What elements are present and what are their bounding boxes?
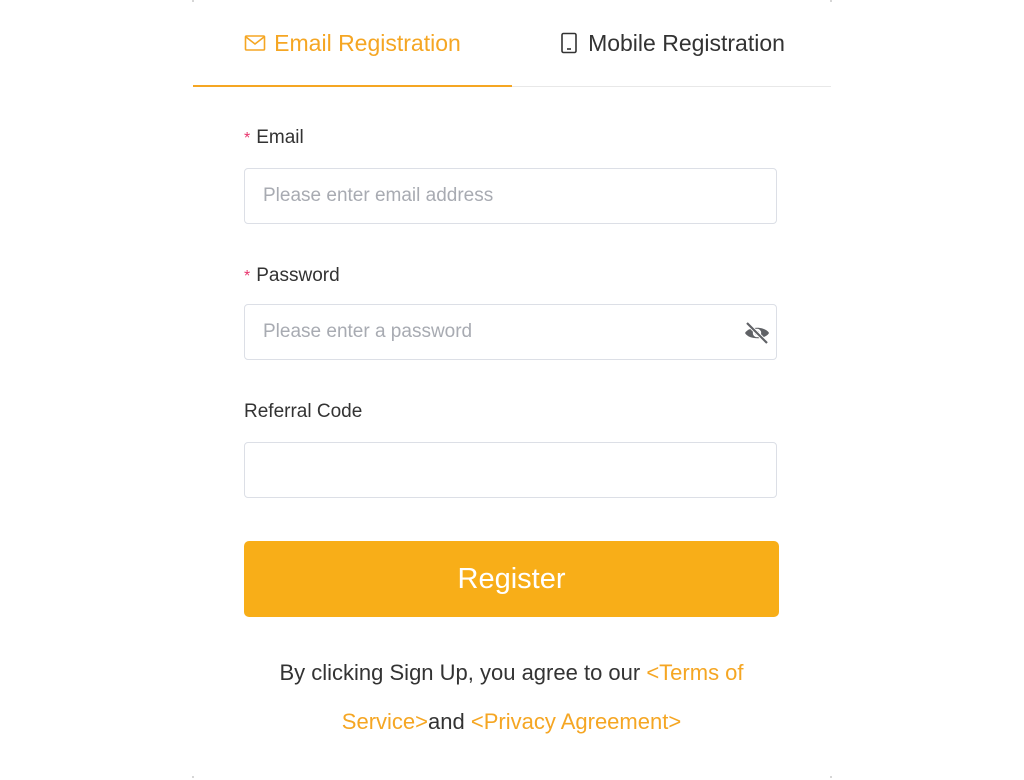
referral-code-label: Referral Code [244, 401, 363, 422]
registration-card: Email Registration Mobile Registration *… [193, 0, 831, 780]
tab-email-registration[interactable]: Email Registration [193, 0, 512, 87]
tab-mobile-registration[interactable]: Mobile Registration [512, 0, 831, 86]
password-label: * Password [244, 265, 340, 287]
email-label-text: Email [256, 127, 304, 148]
terms-prefix: By clicking Sign Up, you agree to our [279, 660, 647, 685]
eye-off-icon[interactable] [742, 319, 772, 347]
register-button[interactable]: Register [244, 541, 779, 617]
mobile-phone-icon [558, 32, 580, 54]
active-tab-indicator [193, 85, 512, 87]
privacy-agreement-link[interactable]: <Privacy Agreement> [471, 709, 681, 734]
registration-tabs: Email Registration Mobile Registration [193, 0, 831, 87]
email-label: * Email [244, 127, 304, 149]
mail-icon [244, 32, 266, 54]
email-field[interactable] [244, 168, 777, 224]
required-asterisk: * [244, 130, 251, 147]
required-asterisk: * [244, 268, 251, 285]
referral-code-field[interactable] [244, 442, 777, 498]
password-input[interactable] [245, 305, 776, 359]
terms-middle: and [428, 709, 471, 734]
email-input[interactable] [245, 169, 776, 223]
password-label-text: Password [256, 265, 340, 286]
tab-mobile-label: Mobile Registration [588, 29, 785, 56]
password-field[interactable] [244, 304, 777, 360]
tab-email-label: Email Registration [274, 29, 461, 56]
referral-code-input[interactable] [245, 443, 776, 497]
terms-notice: By clicking Sign Up, you agree to our <T… [244, 648, 779, 746]
